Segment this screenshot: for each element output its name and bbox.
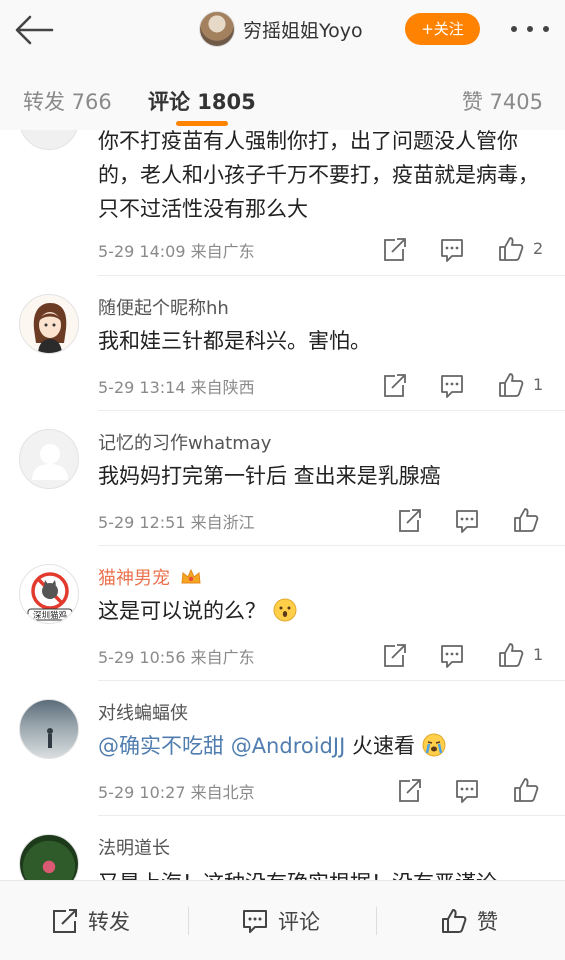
bottom-like-label: 赞 bbox=[477, 910, 498, 934]
comment-actions: 1 bbox=[382, 640, 547, 670]
thumbs-up-icon bbox=[514, 778, 539, 802]
tab-comment[interactable]: 评论 1805 bbox=[148, 86, 256, 116]
thumbs-up-icon bbox=[499, 373, 524, 397]
comment-actions: 2 bbox=[382, 234, 547, 264]
commenter-name[interactable]: 对线蝙蝠侠 bbox=[98, 699, 188, 725]
thumbs-up-icon bbox=[499, 237, 524, 261]
commenter-avatar[interactable] bbox=[19, 834, 79, 880]
no-cat-avatar-icon: 深圳猫鸡 bbox=[27, 572, 73, 621]
bottom-like-button[interactable]: 赞 bbox=[441, 903, 498, 939]
like-button[interactable]: 1 bbox=[498, 640, 548, 670]
comment-meta: 5-29 14:09 来自广东 bbox=[98, 242, 255, 261]
comment-item: 对线蝙蝠侠 @确实不吃甜 @AndroidJJ 火速看 5-29 10:27 来… bbox=[0, 681, 565, 816]
author-name[interactable]: 穷摇姐姐Yoyo bbox=[243, 16, 363, 43]
share-icon[interactable] bbox=[397, 775, 421, 805]
comment-icon[interactable] bbox=[455, 505, 479, 535]
like-count: 1 bbox=[533, 375, 544, 394]
comment-text: @确实不吃甜 @AndroidJJ 火速看 bbox=[98, 729, 550, 763]
vip-crown-icon bbox=[181, 568, 201, 584]
surprised-face-emoji-icon bbox=[273, 598, 297, 622]
comment-icon[interactable] bbox=[440, 640, 464, 670]
like-button[interactable]: 1 bbox=[498, 370, 548, 400]
crying-face-emoji-icon bbox=[422, 733, 446, 757]
bottom-repost-button[interactable]: 转发 bbox=[52, 903, 130, 939]
commenter-avatar[interactable] bbox=[19, 130, 79, 150]
comment-actions bbox=[397, 505, 547, 535]
comment-text: 这是可以说的么？ bbox=[98, 594, 550, 628]
comment-text: 又是上海！这种没有确实根据！没有严谨论 bbox=[98, 866, 550, 880]
repost-icon bbox=[53, 909, 77, 933]
comment-item: 法明道长 又是上海！这种没有确实根据！没有严谨论 bbox=[0, 816, 565, 880]
comment-text-body: 火速看 bbox=[351, 734, 415, 758]
mention-link[interactable]: @AndroidJJ bbox=[231, 734, 346, 758]
commenter-name[interactable]: 猫神男宠 bbox=[98, 564, 202, 590]
comment-list: 你不打疫苗有人强制你打，出了问题没人管你的，老人和小孩子千万不要打，疫苗就是病毒… bbox=[0, 130, 565, 880]
comment-icon[interactable] bbox=[440, 370, 464, 400]
comment-text: 我妈妈打完第一针后 查出来是乳腺癌 bbox=[98, 464, 441, 488]
thumbs-up-icon bbox=[514, 508, 539, 532]
comment-item: 深圳猫鸡 猫神男宠 这是可以说的么？ 5-29 10:56 来自广东 1 bbox=[0, 546, 565, 681]
commenter-avatar[interactable] bbox=[19, 294, 79, 354]
thumbs-up-icon bbox=[499, 643, 524, 667]
comment-meta: 5-29 10:27 来自北京 bbox=[98, 783, 255, 802]
commenter-name-text: 猫神男宠 bbox=[98, 568, 170, 589]
share-icon[interactable] bbox=[382, 370, 406, 400]
like-button[interactable]: 2 bbox=[498, 234, 548, 264]
comment-meta: 5-29 10:56 来自广东 bbox=[98, 648, 255, 667]
comment-text-body: 这是可以说的么？ bbox=[98, 599, 266, 623]
default-avatar-icon bbox=[32, 444, 68, 480]
like-count: 1 bbox=[533, 645, 544, 664]
bottom-repost-label: 转发 bbox=[88, 910, 130, 934]
active-tab-indicator bbox=[176, 121, 228, 126]
comment-meta: 5-29 13:14 来自陕西 bbox=[98, 378, 255, 397]
comment-actions: 1 bbox=[382, 370, 547, 400]
thumbs-up-icon bbox=[442, 909, 467, 933]
more-options-icon[interactable] bbox=[508, 16, 552, 42]
tab-repost[interactable]: 转发 766 bbox=[23, 86, 112, 116]
figure-in-fog-avatar-icon bbox=[47, 728, 53, 748]
back-arrow-icon[interactable] bbox=[12, 12, 56, 48]
like-button[interactable] bbox=[513, 775, 543, 805]
comment-meta: 5-29 12:51 来自浙江 bbox=[98, 513, 255, 532]
comment-text: 你不打疫苗有人强制你打，出了问题没人管你的，老人和小孩子千万不要打，疫苗就是病毒… bbox=[98, 130, 539, 221]
girl-avatar-icon bbox=[33, 303, 67, 353]
tab-bar: 转发 766 评论 1805 赞 7405 bbox=[0, 62, 565, 130]
commenter-avatar[interactable] bbox=[19, 699, 79, 759]
top-bar: 穷摇姐姐Yoyo +关注 bbox=[0, 0, 565, 62]
author-avatar[interactable] bbox=[199, 11, 235, 47]
mention-link[interactable]: @确实不吃甜 bbox=[98, 734, 224, 758]
share-icon[interactable] bbox=[397, 505, 421, 535]
commenter-avatar[interactable] bbox=[19, 429, 79, 489]
comment-item: 你不打疫苗有人强制你打，出了问题没人管你的，老人和小孩子千万不要打，疫苗就是病毒… bbox=[0, 130, 565, 276]
share-icon[interactable] bbox=[382, 640, 406, 670]
divider bbox=[188, 907, 189, 935]
bottom-comment-label: 评论 bbox=[278, 910, 320, 934]
comment-text: 我和娃三针都是科兴。害怕。 bbox=[98, 329, 371, 353]
comment-actions bbox=[397, 775, 547, 805]
commenter-name[interactable]: 随便起个昵称hh bbox=[98, 294, 229, 320]
comment-item: 随便起个昵称hh 我和娃三针都是科兴。害怕。 5-29 13:14 来自陕西 1 bbox=[0, 276, 565, 411]
share-icon[interactable] bbox=[382, 234, 406, 264]
divider bbox=[376, 907, 377, 935]
commenter-name[interactable]: 法明道长 bbox=[98, 834, 170, 860]
comment-item: 记忆的习作whatmay 我妈妈打完第一针后 查出来是乳腺癌 5-29 12:5… bbox=[0, 411, 565, 546]
commenter-avatar[interactable]: 深圳猫鸡 bbox=[19, 564, 79, 624]
bottom-comment-button[interactable]: 评论 bbox=[242, 903, 320, 939]
comment-icon[interactable] bbox=[440, 234, 464, 264]
follow-button[interactable]: +关注 bbox=[405, 13, 480, 45]
avatar-caption: 深圳猫鸡 bbox=[33, 610, 67, 621]
comment-icon[interactable] bbox=[455, 775, 479, 805]
bottom-action-bar: 转发 评论 赞 bbox=[0, 880, 565, 960]
tab-like[interactable]: 赞 7405 bbox=[462, 86, 543, 116]
commenter-name[interactable]: 记忆的习作whatmay bbox=[98, 429, 271, 455]
like-button[interactable] bbox=[513, 505, 543, 535]
comment-icon bbox=[243, 910, 267, 933]
like-count: 2 bbox=[533, 239, 544, 258]
